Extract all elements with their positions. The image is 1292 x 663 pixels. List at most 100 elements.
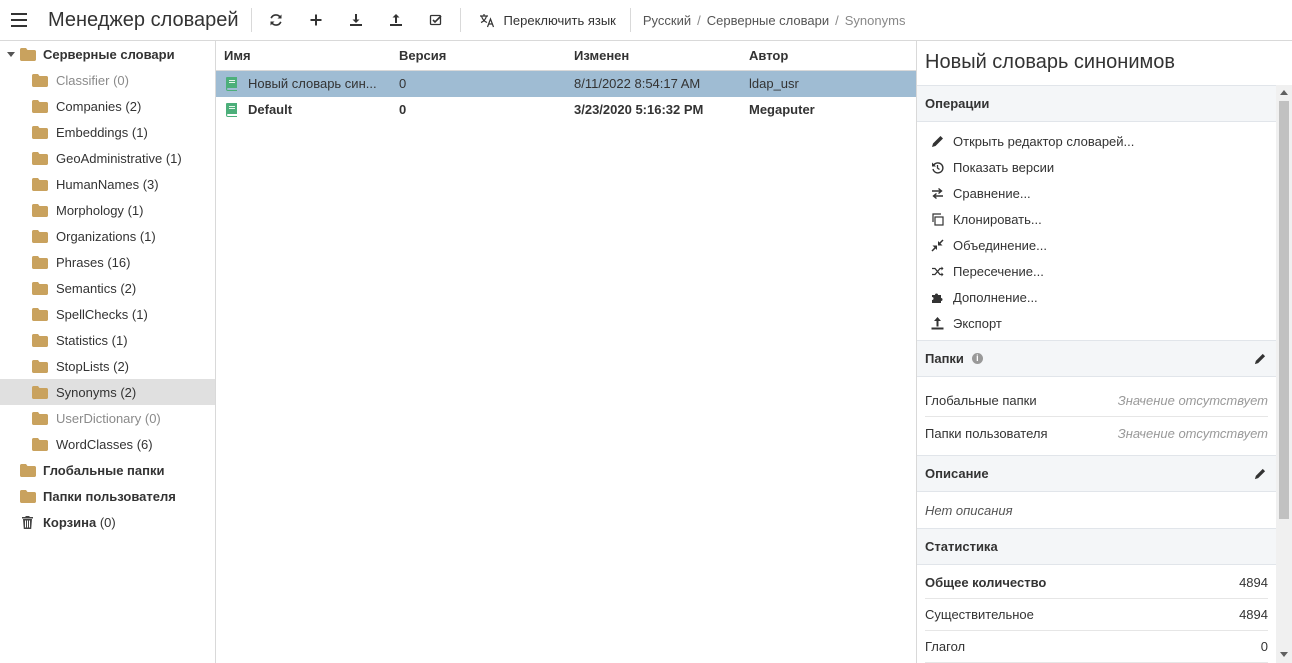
tree-node-count: (1) xyxy=(131,124,148,140)
tree-node-name: HumanNames xyxy=(56,176,140,192)
cell-name: Default xyxy=(248,102,293,117)
table-row[interactable]: Default 0 3/23/2020 5:16:32 PM Megaputer xyxy=(216,97,916,123)
tree-node-name: Semantics xyxy=(56,280,117,296)
tree-node-userdictionary[interactable]: UserDictionary (0) xyxy=(0,405,215,431)
tree-node-count: (6) xyxy=(136,436,153,452)
cell-version: 0 xyxy=(399,76,407,91)
tree-node-server-dictionaries[interactable]: Серверные словари xyxy=(0,41,215,67)
table-row[interactable]: Новый словарь син... 0 8/11/2022 8:54:17… xyxy=(216,71,916,97)
check-button[interactable] xyxy=(416,0,456,40)
folder-icon xyxy=(32,99,48,113)
operation-export[interactable]: Экспорт xyxy=(917,310,1276,336)
stat-label: Глагол xyxy=(925,639,966,654)
scrollbar-thumb[interactable] xyxy=(1279,101,1289,519)
tree-node-count: (1) xyxy=(131,306,148,322)
export-icon xyxy=(931,316,944,329)
section-title: Статистика xyxy=(925,539,998,554)
folder-icon xyxy=(32,385,48,399)
operation-intersect[interactable]: Пересечение... xyxy=(917,258,1276,284)
expand-caret-icon[interactable] xyxy=(7,51,15,57)
tree-node-companies[interactable]: Companies (2) xyxy=(0,93,215,119)
tree-node-label: Classifier (0) xyxy=(56,73,129,88)
merge-icon xyxy=(931,238,944,252)
tree-node-count: (2) xyxy=(113,358,129,374)
tree-node-count: (1) xyxy=(111,332,128,348)
tree-node-count: (2) xyxy=(120,280,137,296)
import-button[interactable] xyxy=(336,0,376,40)
tree-node-label: Statistics (1) xyxy=(56,333,128,348)
tree-node-classifier[interactable]: Classifier (0) xyxy=(0,67,215,93)
tree-node-count: (2) xyxy=(120,384,137,400)
column-header-version[interactable]: Версия xyxy=(399,41,446,70)
info-icon[interactable]: i xyxy=(971,353,983,364)
tree-node-name: Phrases xyxy=(56,254,104,270)
kv-label: Глобальные папки xyxy=(925,393,1037,408)
details-scrollbar[interactable] xyxy=(1276,85,1292,663)
hamburger-icon[interactable] xyxy=(0,0,38,40)
operation-clone[interactable]: Клонировать... xyxy=(917,206,1276,232)
operation-open-editor[interactable]: Открыть редактор словарей... xyxy=(917,128,1276,154)
tree-node-label: Morphology (1) xyxy=(56,203,143,218)
stat-row: Глагол 0 xyxy=(925,631,1268,663)
tree-node-global-folders[interactable]: Глобальные папки xyxy=(0,457,215,483)
tree-node-semantics[interactable]: Semantics (2) xyxy=(0,275,215,301)
tree-node-humannames[interactable]: HumanNames (3) xyxy=(0,171,215,197)
tree-node-trash[interactable]: Корзина (0) xyxy=(0,509,215,535)
column-header-author[interactable]: Автор xyxy=(749,41,788,70)
edit-pencil-icon[interactable] xyxy=(1254,353,1266,365)
tree-node-stoplists[interactable]: StopLists (2) xyxy=(0,353,215,379)
tree-node-phrases[interactable]: Phrases (16) xyxy=(0,249,215,275)
folders-row-global: Глобальные папки Значение отсутствует xyxy=(925,385,1268,417)
operation-merge[interactable]: Объединение... xyxy=(917,232,1276,258)
folder-icon xyxy=(32,73,48,87)
export-button[interactable] xyxy=(376,0,416,40)
breadcrumb-item[interactable]: Русский xyxy=(643,13,691,28)
tree-node-spellchecks[interactable]: SpellChecks (1) xyxy=(0,301,215,327)
tree-node-embeddings[interactable]: Embeddings (1) xyxy=(0,119,215,145)
column-header-modified[interactable]: Изменен xyxy=(574,41,629,70)
breadcrumb-item[interactable]: Серверные словари xyxy=(707,13,829,28)
tree-node-morphology[interactable]: Morphology (1) xyxy=(0,197,215,223)
column-header-name[interactable]: Имя xyxy=(224,41,251,70)
breadcrumb: Русский / Серверные словари / Synonyms xyxy=(635,13,906,28)
operation-complement[interactable]: Дополнение... xyxy=(917,284,1276,310)
grid-header: Имя Версия Изменен Автор xyxy=(216,41,916,71)
folders-header: Папки i xyxy=(917,340,1276,377)
tree-node-synonyms[interactable]: Synonyms (2) xyxy=(0,379,215,405)
toolbar-divider xyxy=(629,8,631,32)
compare-icon xyxy=(932,187,943,199)
scroll-down-arrow-icon[interactable] xyxy=(1280,652,1288,657)
toolbar: Менеджер словарей Переключить язык Русск… xyxy=(0,0,1292,41)
tree-node-count: (1) xyxy=(127,202,144,218)
tree-node-label: Embeddings (1) xyxy=(56,125,148,140)
tree-node-user-folders[interactable]: Папки пользователя xyxy=(0,483,215,509)
tree-node-geoadministrative[interactable]: GeoAdministrative (1) xyxy=(0,145,215,171)
tree-node-name: Organizations xyxy=(56,228,137,244)
stat-row: Общее количество 4894 xyxy=(925,567,1268,599)
tree-node-organizations[interactable]: Organizations (1) xyxy=(0,223,215,249)
breadcrumb-separator: / xyxy=(835,12,839,28)
edit-pencil-icon[interactable] xyxy=(1254,468,1266,480)
tree-node-statistics[interactable]: Statistics (1) xyxy=(0,327,215,353)
toolbar-divider xyxy=(459,8,461,32)
refresh-button[interactable] xyxy=(256,0,296,40)
folder-icon xyxy=(32,255,48,269)
operation-compare[interactable]: Сравнение... xyxy=(917,180,1276,206)
stat-value: 4894 xyxy=(1239,575,1268,590)
operation-show-versions[interactable]: Показать версии xyxy=(917,154,1276,180)
scroll-up-arrow-icon[interactable] xyxy=(1280,90,1288,95)
tree-node-label: Глобальные папки xyxy=(43,462,165,478)
folder-icon xyxy=(32,151,48,165)
tree-node-count: (3) xyxy=(142,176,159,192)
tree-node-count: (0) xyxy=(113,72,129,88)
tree-node-wordclasses[interactable]: WordClasses (6) xyxy=(0,431,215,457)
refresh-icon xyxy=(269,14,282,26)
switch-language-button[interactable]: Переключить язык xyxy=(465,0,626,40)
add-button[interactable] xyxy=(296,0,336,40)
tree-node-label: Корзина (0) xyxy=(43,515,116,530)
tree-node-name: Embeddings xyxy=(56,124,129,140)
section-title: Папки xyxy=(925,351,964,366)
kv-label: Папки пользователя xyxy=(925,425,1048,441)
tree-node-count: (16) xyxy=(107,254,131,270)
description-header: Описание xyxy=(917,455,1276,492)
